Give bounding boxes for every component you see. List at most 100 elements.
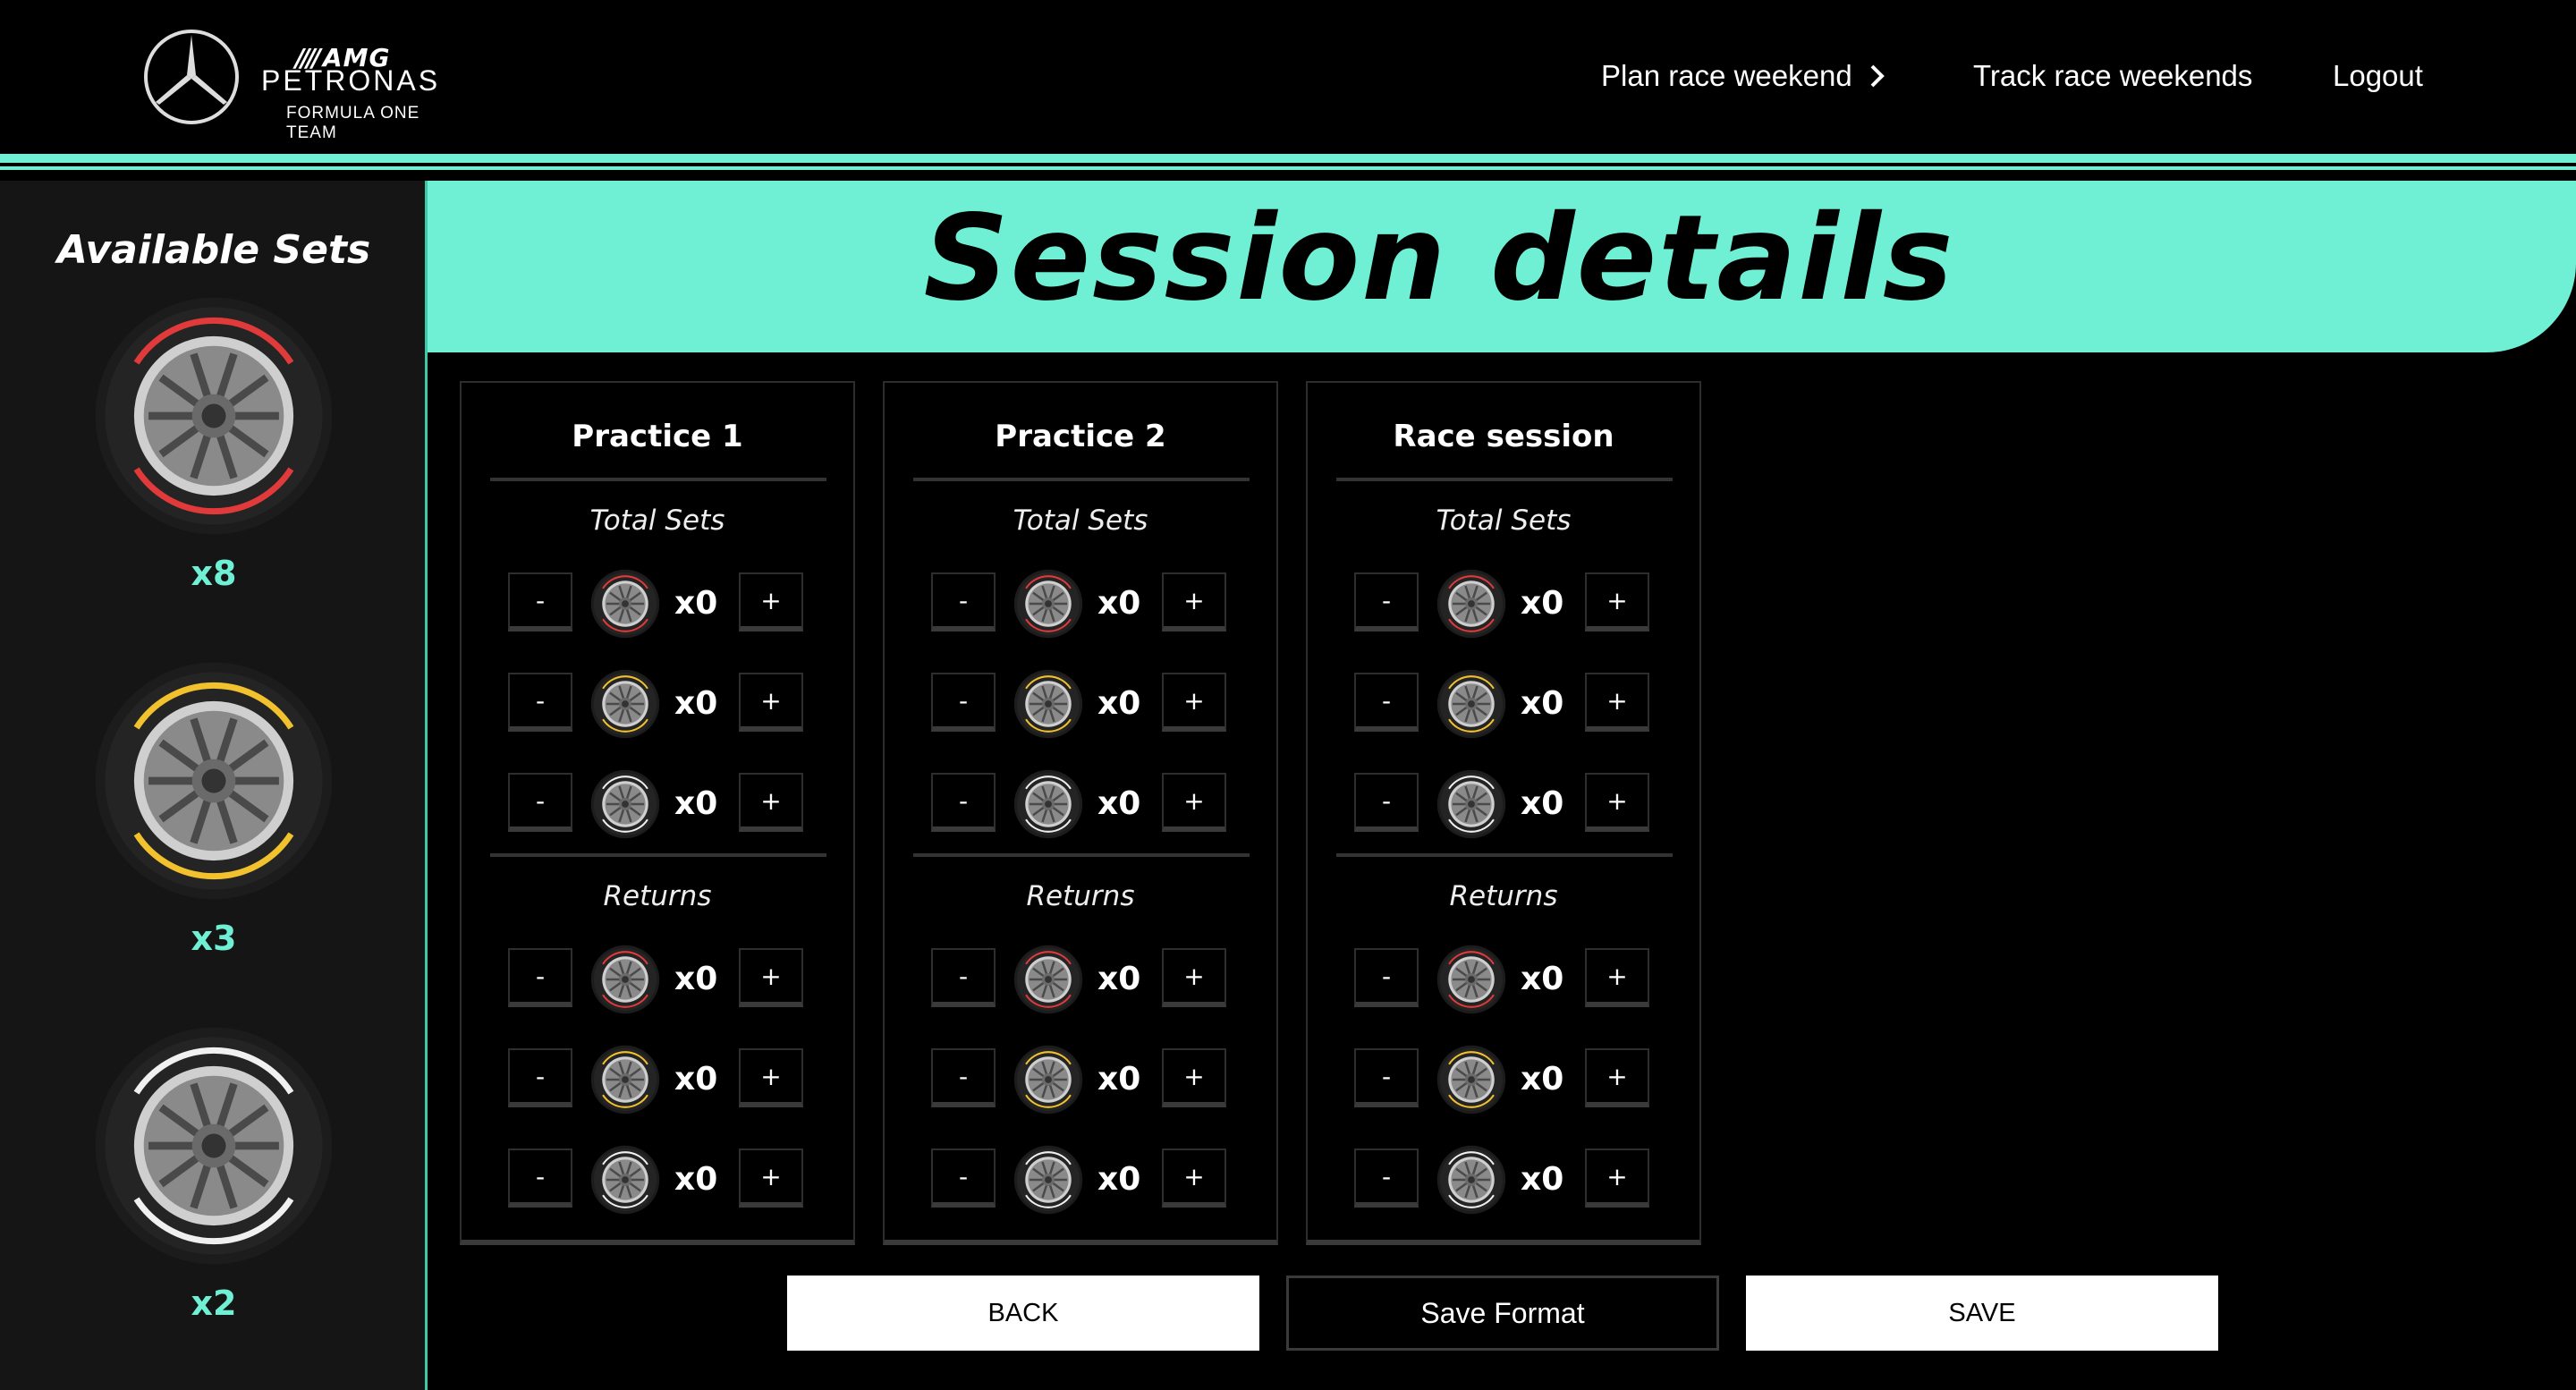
decrement-button[interactable]: - (1354, 948, 1419, 1007)
divider (913, 478, 1250, 481)
tyre-quantity: x0 (1097, 785, 1141, 822)
divider (490, 853, 826, 857)
increment-button[interactable]: + (739, 673, 803, 732)
available-set-hard: x2 (93, 1025, 335, 1323)
header-accent-stripe (0, 154, 2576, 163)
tyre-quantity: x0 (674, 685, 718, 722)
session-title: Practice 1 (572, 419, 743, 454)
increment-button[interactable]: + (1162, 948, 1226, 1007)
total-sets-label: Total Sets (1013, 504, 1148, 537)
decrement-button[interactable]: - (508, 1048, 572, 1107)
tyre-row-total-medium: - x0 + (1354, 669, 1658, 739)
tyre-row-total-soft: - x0 + (931, 569, 1235, 639)
tyre-quantity: x0 (1521, 685, 1564, 722)
decrement-button[interactable]: - (508, 948, 572, 1007)
decrement-button[interactable]: - (931, 673, 996, 732)
tyre-quantity: x0 (1097, 1061, 1141, 1098)
decrement-button[interactable]: - (508, 673, 572, 732)
nav-plan-race-weekend[interactable]: Plan race weekend (1601, 59, 1886, 93)
brand-subtitle: FORMULA ONE TEAM (286, 104, 420, 142)
tyre-quantity: x0 (1097, 1161, 1141, 1198)
increment-button[interactable]: + (1585, 948, 1649, 1007)
increment-button[interactable]: + (739, 773, 803, 832)
decrement-button[interactable]: - (508, 773, 572, 832)
available-set-soft: x8 (93, 295, 335, 593)
decrement-button[interactable]: - (1354, 1048, 1419, 1107)
tyre-quantity: x0 (1097, 685, 1141, 722)
team-logo[interactable]: ////AMG PETRONAS FORMULA ONE TEAM (141, 27, 463, 142)
session-panel-practice-1: Practice 1 Total Sets - x0 + - x0 + - x0 + Returns -… (460, 381, 855, 1245)
increment-button[interactable]: + (1162, 1048, 1226, 1107)
decrement-button[interactable]: - (1354, 673, 1419, 732)
decrement-button[interactable]: - (931, 1148, 996, 1208)
tyre-row-total-hard: - x0 + (508, 769, 812, 839)
decrement-button[interactable]: - (508, 572, 572, 631)
tyre-row-returns-soft: - x0 + (1354, 945, 1658, 1014)
tyre-icon (1436, 769, 1506, 839)
header-accent-line (0, 166, 2576, 170)
tyre-icon (1436, 1145, 1506, 1215)
nav-logout-label: Logout (2333, 59, 2423, 92)
chevron-right-icon (1870, 64, 1885, 88)
increment-button[interactable]: + (1585, 572, 1649, 631)
increment-button[interactable]: + (1162, 572, 1226, 631)
increment-button[interactable]: + (1585, 1148, 1649, 1208)
increment-button[interactable]: + (1162, 1148, 1226, 1208)
tyre-icon (1436, 669, 1506, 739)
divider (490, 478, 826, 481)
back-button[interactable]: BACK (787, 1276, 1259, 1351)
divider (1336, 853, 1673, 857)
tyre-row-returns-hard: - x0 + (1354, 1145, 1658, 1215)
tyre-row-total-medium: - x0 + (931, 669, 1235, 739)
set-count: x2 (191, 1284, 237, 1323)
nav-logout[interactable]: Logout (2333, 59, 2423, 93)
increment-button[interactable]: + (739, 948, 803, 1007)
tyre-icon (590, 945, 660, 1014)
tyre-row-returns-medium: - x0 + (508, 1045, 812, 1115)
tyre-quantity: x0 (1521, 1061, 1564, 1098)
increment-button[interactable]: + (1162, 773, 1226, 832)
tyre-icon (1013, 1045, 1083, 1115)
tyre-row-returns-hard: - x0 + (508, 1145, 812, 1215)
decrement-button[interactable]: - (1354, 572, 1419, 631)
brand-petronas-text: PETRONAS (261, 64, 441, 97)
tyre-quantity: x0 (1521, 961, 1564, 997)
tyre-icon (590, 1045, 660, 1115)
increment-button[interactable]: + (739, 1048, 803, 1107)
increment-button[interactable]: + (739, 1148, 803, 1208)
tyre-icon (1013, 569, 1083, 639)
tyre-quantity: x0 (1521, 785, 1564, 822)
increment-button[interactable]: + (1585, 673, 1649, 732)
decrement-button[interactable]: - (1354, 1148, 1419, 1208)
increment-button[interactable]: + (1585, 773, 1649, 832)
session-title: Race session (1393, 419, 1614, 454)
returns-label: Returns (1026, 880, 1135, 912)
tyre-icon (590, 1145, 660, 1215)
increment-button[interactable]: + (1585, 1048, 1649, 1107)
tyre-icon (1013, 945, 1083, 1014)
decrement-button[interactable]: - (508, 1148, 572, 1208)
nav-track-race-weekends[interactable]: Track race weekends (1973, 59, 2252, 93)
save-button[interactable]: SAVE (1746, 1276, 2218, 1351)
session-title: Practice 2 (995, 419, 1166, 454)
tyre-row-total-hard: - x0 + (1354, 769, 1658, 839)
tyre-icon (1013, 669, 1083, 739)
divider (913, 853, 1250, 857)
increment-button[interactable]: + (1162, 673, 1226, 732)
decrement-button[interactable]: - (931, 773, 996, 832)
decrement-button[interactable]: - (931, 1048, 996, 1107)
tyre-row-returns-medium: - x0 + (1354, 1045, 1658, 1115)
tyre-quantity: x0 (1521, 585, 1564, 622)
tyre-quantity: x0 (1097, 961, 1141, 997)
total-sets-label: Total Sets (1436, 504, 1572, 537)
tyre-row-total-soft: - x0 + (508, 569, 812, 639)
increment-button[interactable]: + (739, 572, 803, 631)
tyre-row-total-hard: - x0 + (931, 769, 1235, 839)
save-format-button[interactable]: Save Format (1286, 1276, 1719, 1351)
tyre-icon (95, 297, 333, 535)
mercedes-star-icon (144, 30, 239, 124)
decrement-button[interactable]: - (1354, 773, 1419, 832)
decrement-button[interactable]: - (931, 948, 996, 1007)
decrement-button[interactable]: - (931, 572, 996, 631)
tyre-quantity: x0 (674, 785, 718, 822)
